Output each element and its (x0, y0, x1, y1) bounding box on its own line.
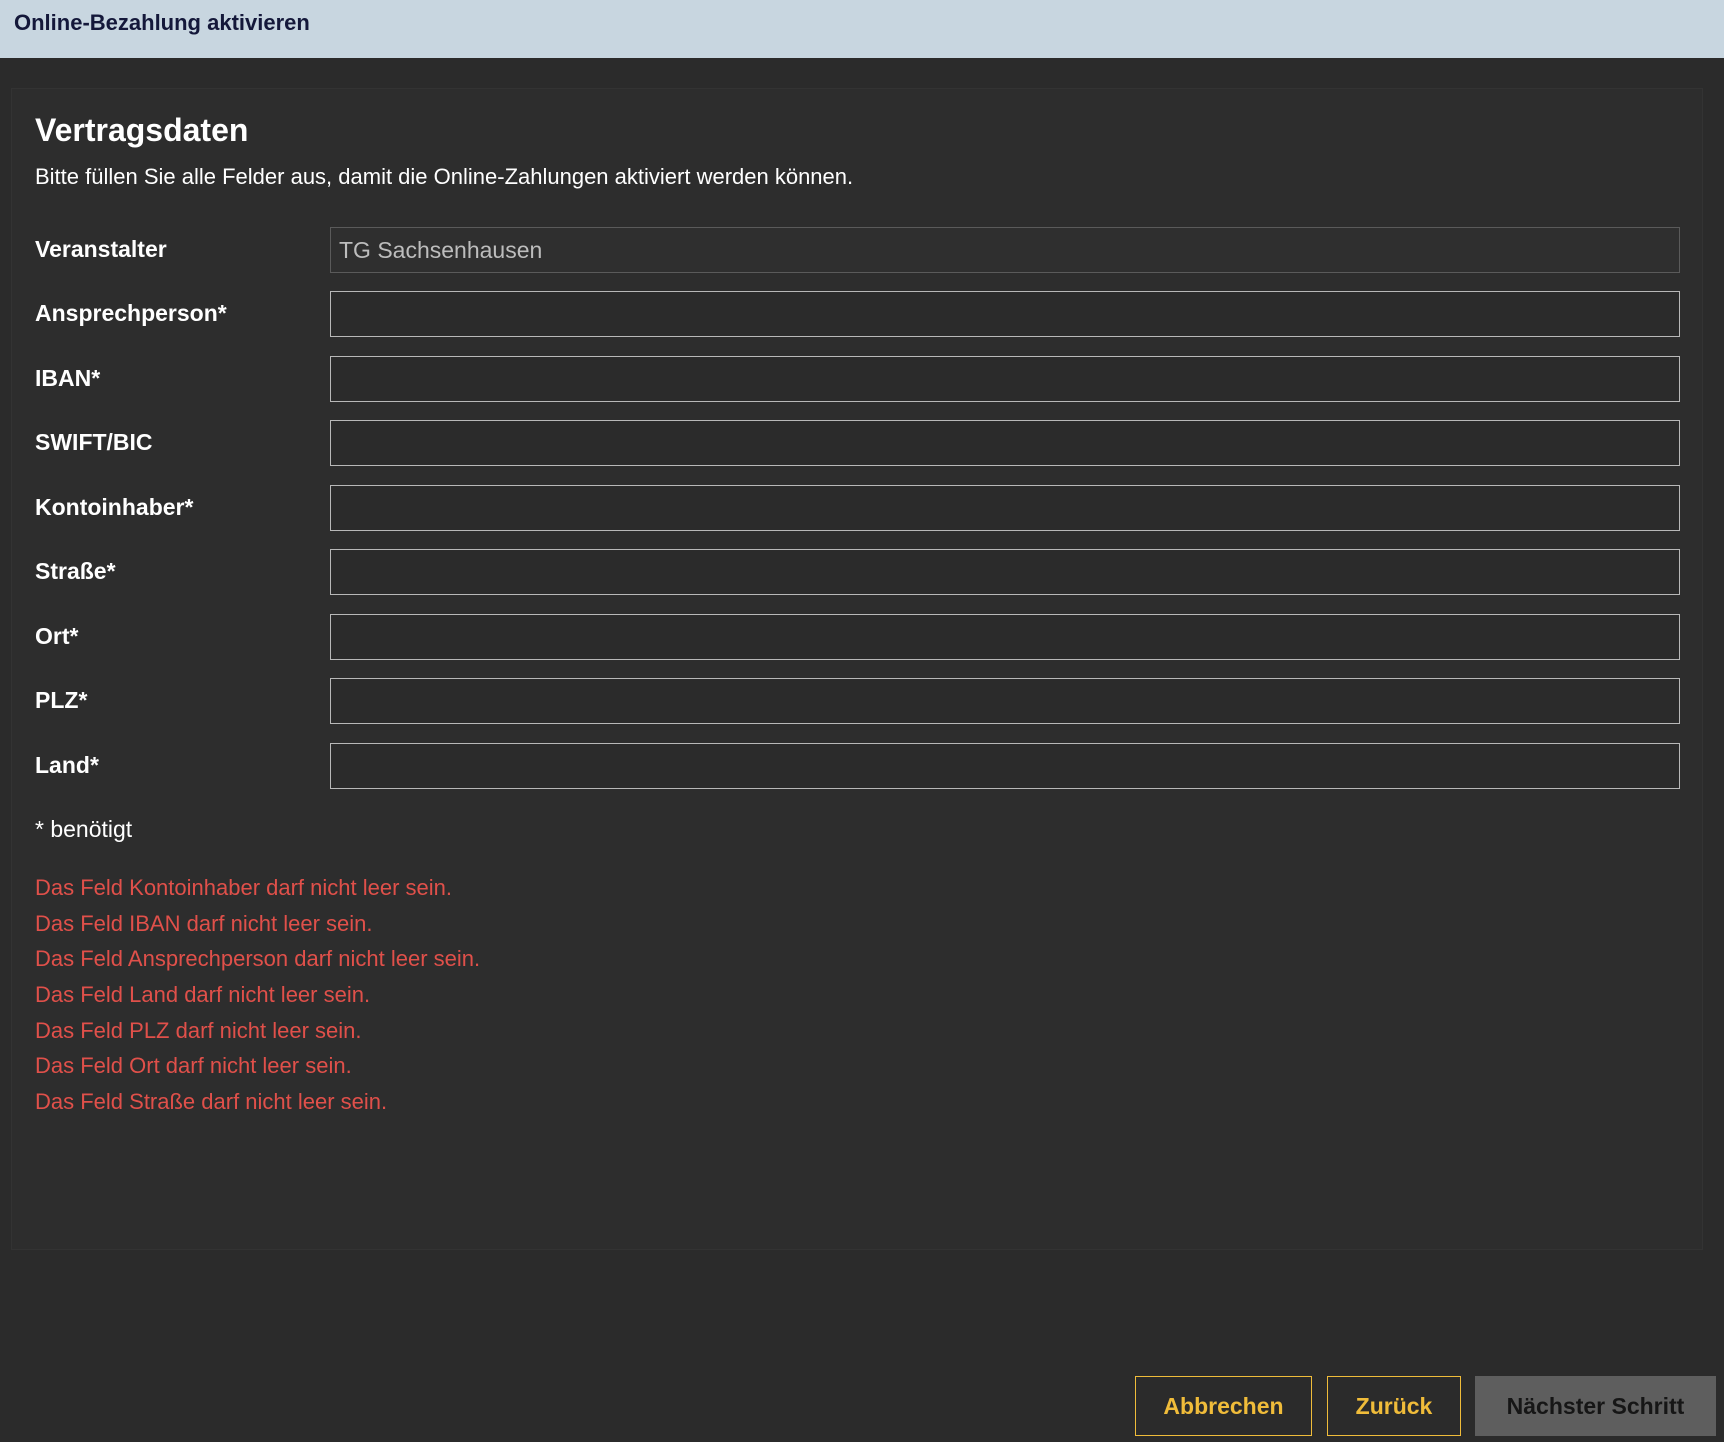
label-iban: IBAN* (35, 365, 101, 391)
cancel-button[interactable]: Abbrechen (1135, 1376, 1312, 1436)
section-heading: Vertragsdaten (35, 112, 249, 148)
iban-field[interactable] (330, 356, 1680, 402)
back-button[interactable]: Zurück (1327, 1376, 1461, 1436)
error-message: Das Feld Ort darf nicht leer sein. (35, 1053, 352, 1079)
required-note: * benötigt (35, 816, 133, 842)
dialog-title: Online-Bezahlung aktivieren (14, 10, 310, 35)
label-veranstalter: Veranstalter (35, 236, 167, 262)
label-strasse: Straße* (35, 558, 116, 584)
label-ansprechperson: Ansprechperson* (35, 300, 227, 326)
veranstalter-field (330, 227, 1680, 273)
error-message: Das Feld Kontoinhaber darf nicht leer se… (35, 875, 453, 900)
dialog-titlebar: Online-Bezahlung aktivieren (0, 0, 1724, 58)
strasse-field[interactable] (330, 549, 1680, 595)
land-field[interactable] (330, 743, 1680, 789)
error-message: Das Feld PLZ darf nicht leer sein. (35, 1017, 362, 1043)
label-plz: PLZ* (35, 687, 88, 713)
ort-field[interactable] (330, 614, 1680, 660)
label-kontoinhaber: Kontoinhaber* (35, 494, 194, 520)
label-swift-bic: SWIFT/BIC (35, 429, 153, 455)
intro-text: Bitte füllen Sie alle Felder aus, damit … (35, 164, 854, 189)
error-message: Das Feld Straße darf nicht leer sein. (35, 1089, 388, 1115)
next-step-button[interactable]: Nächster Schritt (1475, 1376, 1716, 1436)
error-list: Das Feld Kontoinhaber darf nicht leer se… (35, 872, 480, 1122)
error-message: Das Feld IBAN darf nicht leer sein. (35, 910, 373, 936)
label-ort: Ort* (35, 623, 79, 649)
kontoinhaber-field[interactable] (330, 485, 1680, 531)
ansprechperson-field[interactable] (330, 291, 1680, 337)
swift-bic-field[interactable] (330, 420, 1680, 466)
plz-field[interactable] (330, 678, 1680, 724)
error-message: Das Feld Ansprechperson darf nicht leer … (35, 946, 481, 972)
error-message: Das Feld Land darf nicht leer sein. (35, 982, 371, 1008)
label-land: Land* (35, 752, 99, 778)
